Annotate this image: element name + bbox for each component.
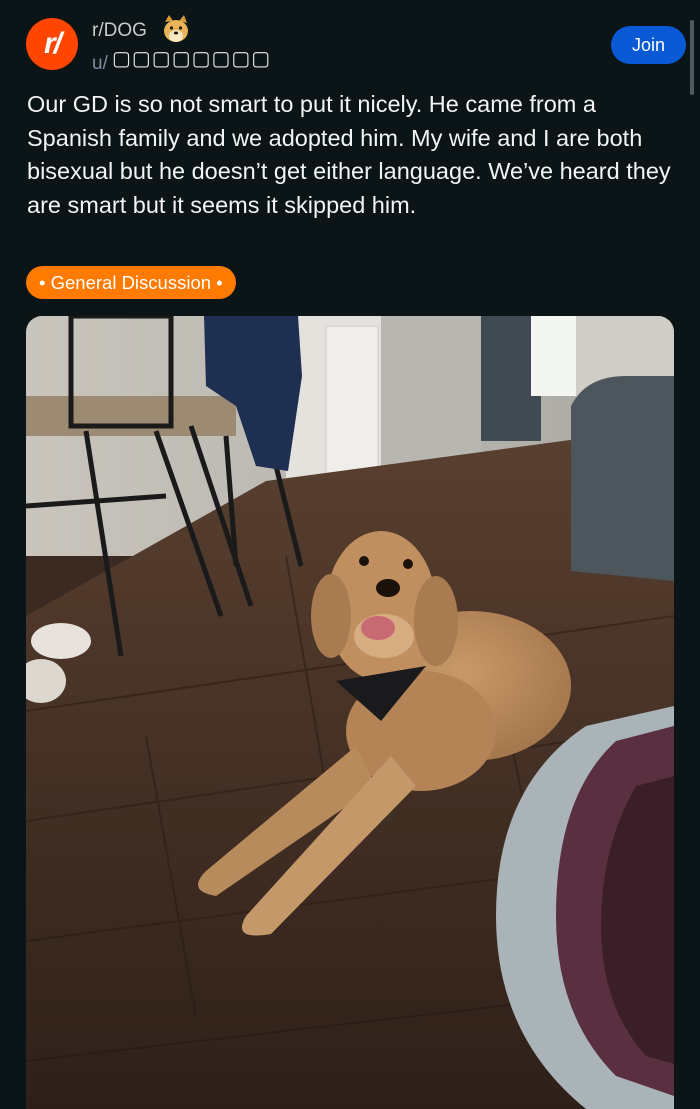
- post-body: Our GD is so not smart to put it nicely.…: [27, 91, 671, 218]
- subreddit-avatar-icon[interactable]: r/: [26, 18, 78, 70]
- doge-icon: [164, 15, 188, 42]
- join-button[interactable]: Join: [611, 26, 686, 64]
- post-header: r/ r/DOG u/ ▢▢▢▢▢▢▢▢ Join: [0, 0, 700, 90]
- post-flair[interactable]: • General Discussion •: [26, 266, 236, 299]
- scrollbar[interactable]: [690, 20, 694, 95]
- username-censored[interactable]: ▢▢▢▢▢▢▢▢: [112, 46, 271, 71]
- subreddit-name[interactable]: r/DOG: [92, 20, 147, 42]
- dog-photo: [26, 316, 674, 1109]
- user-prefix: u/: [92, 53, 108, 74]
- post-image[interactable]: [26, 316, 674, 1109]
